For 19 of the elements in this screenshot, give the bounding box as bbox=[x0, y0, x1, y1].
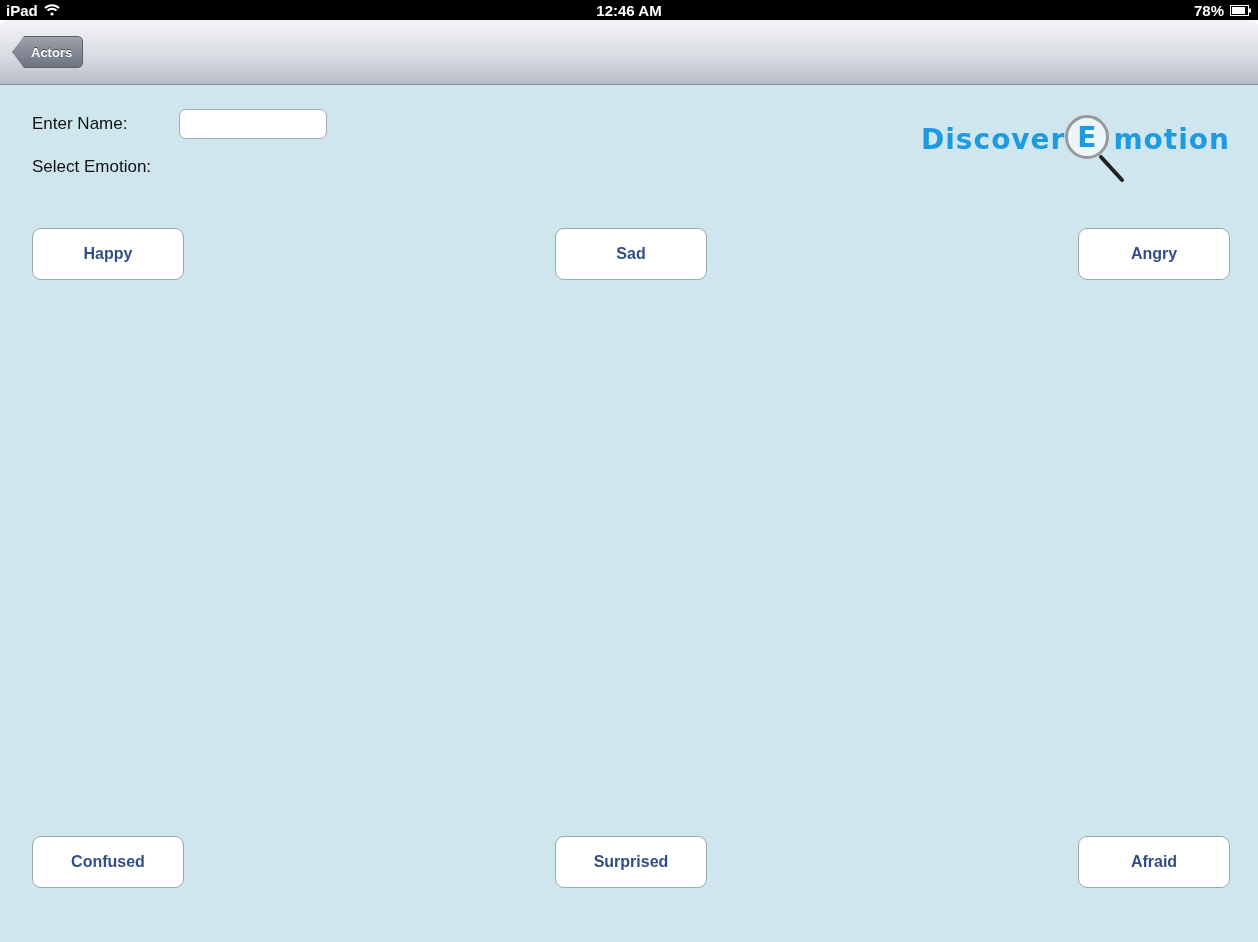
logo-text: Discover bbox=[921, 123, 1066, 156]
emotion-button[interactable]: Angry bbox=[1078, 228, 1230, 280]
magnifier-handle-icon bbox=[1099, 155, 1126, 183]
device-name: iPad bbox=[6, 1, 38, 19]
magnifier-letter: E bbox=[1065, 115, 1110, 159]
status-time: 12:46 AM bbox=[596, 1, 662, 19]
emotion-button[interactable]: Sad bbox=[555, 228, 707, 280]
emotion-button[interactable]: Happy bbox=[32, 228, 184, 280]
back-button[interactable]: Actors bbox=[12, 36, 84, 68]
name-input-field[interactable] bbox=[179, 109, 328, 139]
logo-text: motion bbox=[1113, 123, 1230, 156]
emotion-button[interactable]: Afraid bbox=[1078, 836, 1230, 888]
emotion-button[interactable]: Confused bbox=[32, 836, 184, 888]
emotion-label: Select Emotion: bbox=[32, 157, 153, 177]
wifi-icon bbox=[43, 4, 60, 16]
name-label: Enter Name: bbox=[32, 114, 128, 134]
emotion-button[interactable]: Surprised bbox=[555, 836, 707, 888]
battery-icon bbox=[1230, 4, 1252, 16]
battery-percent: 78% bbox=[1193, 1, 1224, 19]
